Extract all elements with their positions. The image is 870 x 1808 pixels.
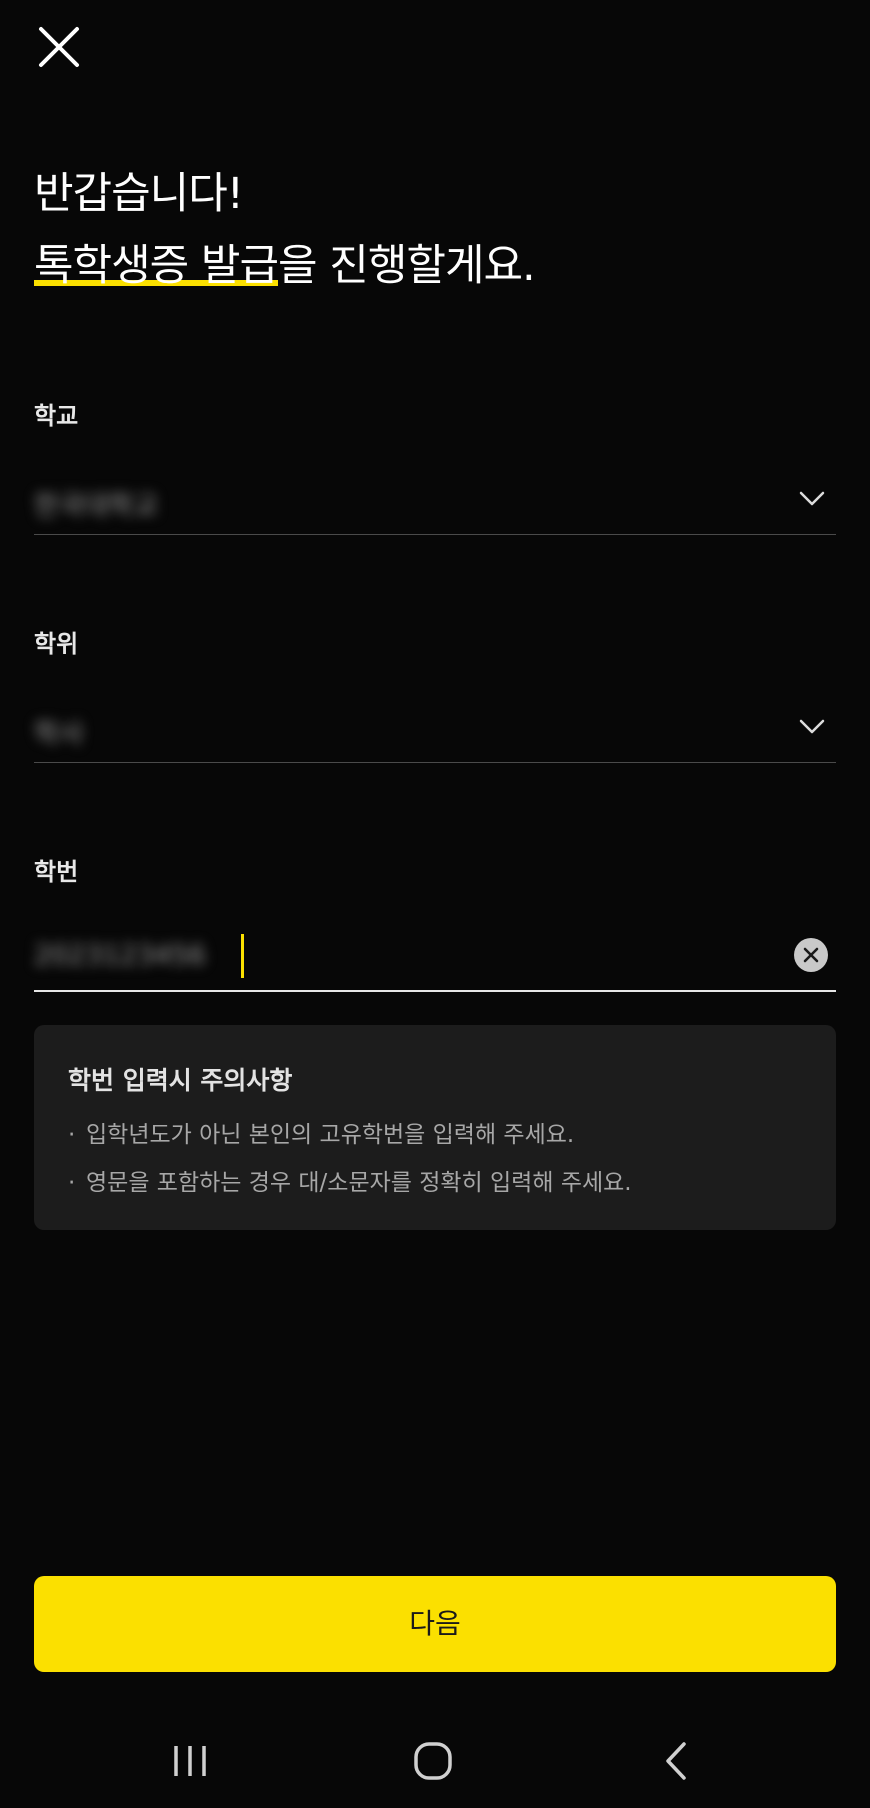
close-icon xyxy=(39,27,79,67)
school-value: 한국대학교 xyxy=(34,491,159,522)
school-label: 학교 xyxy=(34,402,79,430)
notice-item: · 입학년도가 아닌 본인의 고유학번을 입력해 주세요. xyxy=(68,1122,575,1148)
chevron-down-icon xyxy=(799,719,825,734)
notice-item-text: 입학년도가 아닌 본인의 고유학번을 입력해 주세요. xyxy=(86,1122,575,1148)
chevron-down-icon xyxy=(799,491,825,506)
degree-select[interactable]: 학사 xyxy=(34,690,836,763)
home-icon xyxy=(414,1742,452,1780)
page-title: 반갑습니다! 톡학생증 발급을 진행할게요. xyxy=(34,158,536,302)
headline-highlight: 톡학생증 발급 xyxy=(34,241,279,291)
clear-icon xyxy=(803,947,819,963)
next-button[interactable]: 다음 xyxy=(34,1576,836,1672)
degree-value: 학사 xyxy=(34,719,84,750)
headline-line: 톡학생증 발급을 진행할게요. xyxy=(34,230,536,302)
notice-panel: 학번 입력시 주의사항 · 입학년도가 아닌 본인의 고유학번을 입력해 주세요.… xyxy=(34,1025,836,1230)
recents-icon xyxy=(174,1746,206,1776)
student-id-value: 2023123456 xyxy=(34,940,206,971)
headline-rest: 을 진행할게요. xyxy=(278,241,536,291)
notice-item: · 영문을 포함하는 경우 대/소문자를 정확히 입력해 주세요. xyxy=(68,1170,632,1196)
notice-title: 학번 입력시 주의사항 xyxy=(68,1066,293,1095)
back-button[interactable] xyxy=(646,1738,706,1784)
close-button[interactable] xyxy=(36,24,82,70)
degree-label: 학위 xyxy=(34,630,79,658)
student-id-label: 학번 xyxy=(34,858,79,886)
recents-button[interactable] xyxy=(160,1738,220,1784)
student-id-input[interactable]: 2023123456 xyxy=(34,918,836,992)
text-cursor xyxy=(241,934,244,978)
back-icon xyxy=(666,1742,686,1780)
school-select[interactable]: 한국대학교 xyxy=(34,462,836,535)
home-button[interactable] xyxy=(403,1738,463,1784)
notice-item-text: 영문을 포함하는 경우 대/소문자를 정확히 입력해 주세요. xyxy=(86,1170,632,1196)
greeting-text: 반갑습니다! xyxy=(34,169,244,219)
clear-input-button[interactable] xyxy=(794,938,828,972)
